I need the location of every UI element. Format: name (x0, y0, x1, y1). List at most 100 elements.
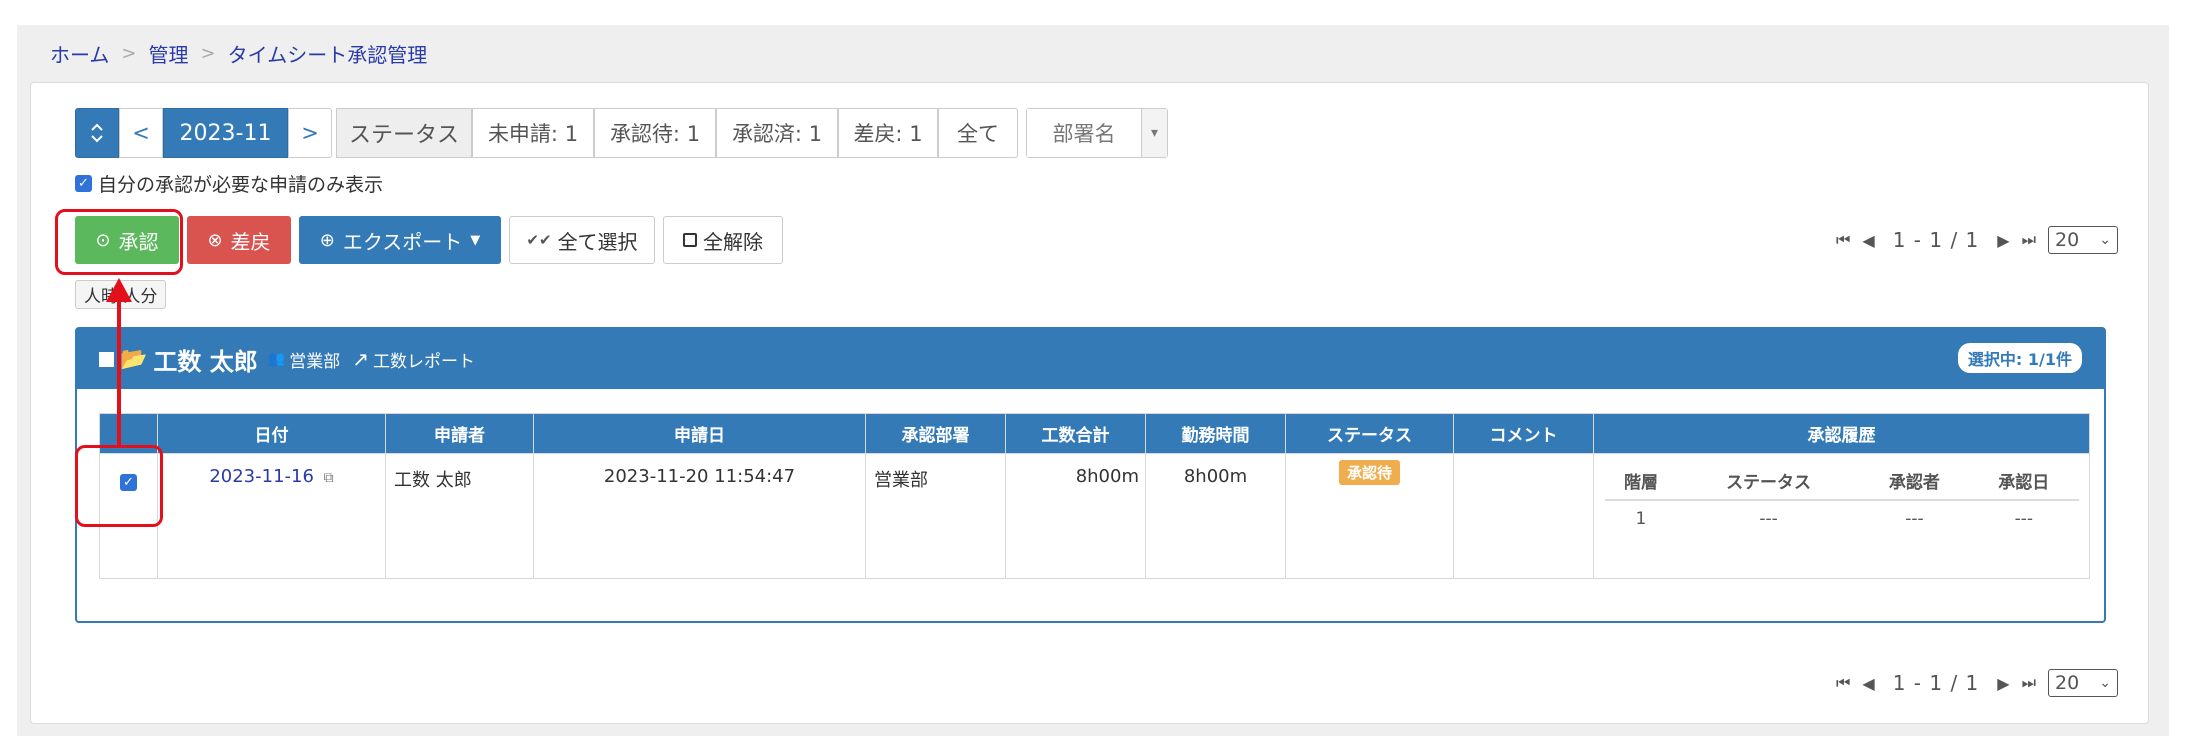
history-date: --- (2014, 508, 2033, 529)
next-page-icon[interactable]: ▶ (1997, 674, 2009, 693)
history-status: --- (1759, 508, 1778, 529)
sort-toggle-button[interactable] (75, 108, 119, 158)
filter-all[interactable]: 全て (938, 108, 1018, 158)
last-page-icon[interactable]: ⏭ (2022, 673, 2036, 693)
column-header-work-time[interactable]: 勤務時間 (1145, 413, 1286, 454)
first-page-icon[interactable]: ⏮ (1836, 230, 1850, 250)
only-mine-checkbox-row[interactable]: ✓ 自分の承認が必要な申請のみ表示 (75, 170, 383, 196)
breadcrumb-separator: > (121, 42, 137, 64)
prev-month-button[interactable]: < (119, 108, 163, 158)
external-link-icon: ↗ (352, 347, 369, 371)
user-name: 工数 太郎 (153, 347, 258, 376)
filter-approved[interactable]: 承認済: 1 (716, 108, 838, 158)
department-select[interactable]: 部署名 ▾ (1026, 108, 1168, 158)
check-icon[interactable]: ✓ (75, 174, 92, 192)
history-header-approver: 承認者 (1859, 462, 1970, 501)
per-page-select[interactable]: 20 ⌄ (2048, 226, 2118, 254)
status-badge: 承認待 (1338, 460, 1400, 485)
history-header-date: 承認日 (1969, 462, 2079, 501)
last-page-icon[interactable]: ⏭ (2022, 230, 2036, 250)
status-cell: 承認待 (1285, 453, 1454, 579)
prev-page-icon[interactable]: ◀ (1862, 231, 1874, 250)
total-cell: 8h00m (1005, 453, 1146, 579)
per-page-value: 20 (2055, 672, 2080, 694)
history-approver: --- (1905, 508, 1924, 529)
download-icon: ⊕ (319, 229, 335, 251)
report-link[interactable]: 工数レポート (373, 347, 475, 372)
timesheet-table: 日付 申請者 申請日 承認部署 工数合計 勤務時間 ステータス コメント 承認履… (99, 413, 2090, 579)
breadcrumb: ホーム > 管理 > タイムシート承認管理 (50, 38, 427, 68)
external-link-icon[interactable]: ⧉ (324, 470, 334, 486)
filter-pending[interactable]: 承認待: 1 (594, 108, 716, 158)
status-filter-label: ステータス (336, 108, 472, 158)
next-month-button[interactable]: > (288, 108, 332, 158)
history-header-status: ステータス (1677, 462, 1860, 501)
breadcrumb-separator: > (200, 42, 216, 64)
column-header-department[interactable]: 承認部署 (865, 413, 1006, 454)
caret-down-icon: ▼ (470, 232, 481, 248)
selected-count-badge: 選択中: 1/1件 (1957, 343, 2082, 373)
reject-label: 差戻 (230, 229, 271, 254)
comment-cell (1453, 453, 1594, 579)
chevron-down-icon: ⌄ (2099, 675, 2111, 691)
applied-at-cell: 2023-11-20 11:54:47 (533, 453, 866, 579)
department-placeholder: 部署名 (1027, 109, 1141, 157)
applicant-cell: 工数 太郎 (385, 453, 534, 579)
user-timesheet-box: 📂 工数 太郎 👥 営業部 ↗ 工数レポート 選択中: 1/1件 日付 申請者 (75, 327, 2106, 623)
chevron-down-icon: ▾ (1141, 109, 1167, 157)
breadcrumb-home[interactable]: ホーム (50, 39, 109, 68)
pager-bottom: ⏮ ◀ 1 - 1 / 1 ▶ ⏭ 20 ⌄ (1830, 668, 2118, 698)
column-header-date[interactable]: 日付 (157, 413, 386, 454)
filter-unsubmitted[interactable]: 未申請: 1 (472, 108, 594, 158)
history-level: 1 (1635, 508, 1647, 529)
table-row: ✓ 2023-11-16 ⧉ 工数 太郎 2023-11-20 11:54:47… (99, 453, 2090, 579)
per-page-select[interactable]: 20 ⌄ (2048, 669, 2118, 697)
table-header-row: 日付 申請者 申請日 承認部署 工数合計 勤務時間 ステータス コメント 承認履… (99, 413, 2090, 454)
double-check-icon: ✔✔ (526, 231, 552, 249)
column-header-total[interactable]: 工数合計 (1005, 413, 1146, 454)
history-table: 階層 ステータス 承認者 承認日 1 --- --- --- (1604, 462, 2079, 536)
history-header-level: 階層 (1604, 462, 1678, 501)
highlight-checkbox-box (75, 445, 163, 527)
arrow-head (106, 278, 132, 302)
per-page-value: 20 (2055, 229, 2080, 251)
history-row: 1 --- --- --- (1605, 500, 2079, 536)
filter-toolbar: < 2023-11 > ステータス 未申請: 1 承認待: 1 承認済: 1 差… (75, 108, 1168, 158)
highlight-approve-box (55, 209, 183, 275)
breadcrumb-admin[interactable]: 管理 (149, 39, 189, 68)
arrow-shaft (117, 298, 121, 446)
user-select-checkbox[interactable] (99, 351, 114, 367)
x-circle-icon: ⊗ (207, 229, 223, 251)
current-month[interactable]: 2023-11 (163, 108, 288, 158)
empty-square-icon (683, 233, 697, 247)
export-button[interactable]: ⊕ エクスポート ▼ (299, 216, 501, 264)
history-cell: 階層 ステータス 承認者 承認日 1 --- --- --- (1593, 453, 2090, 579)
column-header-applied-at[interactable]: 申請日 (533, 413, 866, 454)
page-range: 1 - 1 / 1 (1892, 228, 1980, 252)
deselect-all-button[interactable]: 全解除 (663, 216, 783, 264)
column-header-status[interactable]: ステータス (1285, 413, 1454, 454)
date-link[interactable]: 2023-11-16 (209, 466, 314, 487)
only-mine-label: 自分の承認が必要な申請のみ表示 (98, 173, 384, 196)
work-time-cell: 8h00m (1145, 453, 1286, 579)
user-header: 📂 工数 太郎 👥 営業部 ↗ 工数レポート 選択中: 1/1件 (77, 329, 2104, 389)
deselect-all-label: 全解除 (703, 229, 763, 254)
breadcrumb-current[interactable]: タイムシート承認管理 (228, 39, 428, 68)
prev-page-icon[interactable]: ◀ (1862, 674, 1874, 693)
column-header-comment[interactable]: コメント (1453, 413, 1594, 454)
chevron-down-icon: ⌄ (2099, 232, 2111, 248)
department-cell: 営業部 (865, 453, 1006, 579)
date-cell: 2023-11-16 ⧉ (157, 453, 386, 579)
main-panel: < 2023-11 > ステータス 未申請: 1 承認待: 1 承認済: 1 差… (30, 82, 2149, 724)
select-all-button[interactable]: ✔✔ 全て選択 (509, 216, 655, 264)
next-page-icon[interactable]: ▶ (1997, 231, 2009, 250)
page-background: ホーム > 管理 > タイムシート承認管理 < 2023-11 > ステータス … (17, 25, 2169, 736)
user-department: 営業部 (289, 351, 341, 372)
column-header-applicant[interactable]: 申請者 (385, 413, 534, 454)
reject-button[interactable]: ⊗ 差戻 (187, 216, 291, 264)
pager-top: ⏮ ◀ 1 - 1 / 1 ▶ ⏭ 20 ⌄ (1830, 225, 2118, 255)
folder-open-icon: 📂 (120, 346, 148, 372)
first-page-icon[interactable]: ⏮ (1836, 673, 1850, 693)
filter-rejected[interactable]: 差戻: 1 (838, 108, 938, 158)
column-header-history[interactable]: 承認履歴 (1593, 413, 2090, 454)
